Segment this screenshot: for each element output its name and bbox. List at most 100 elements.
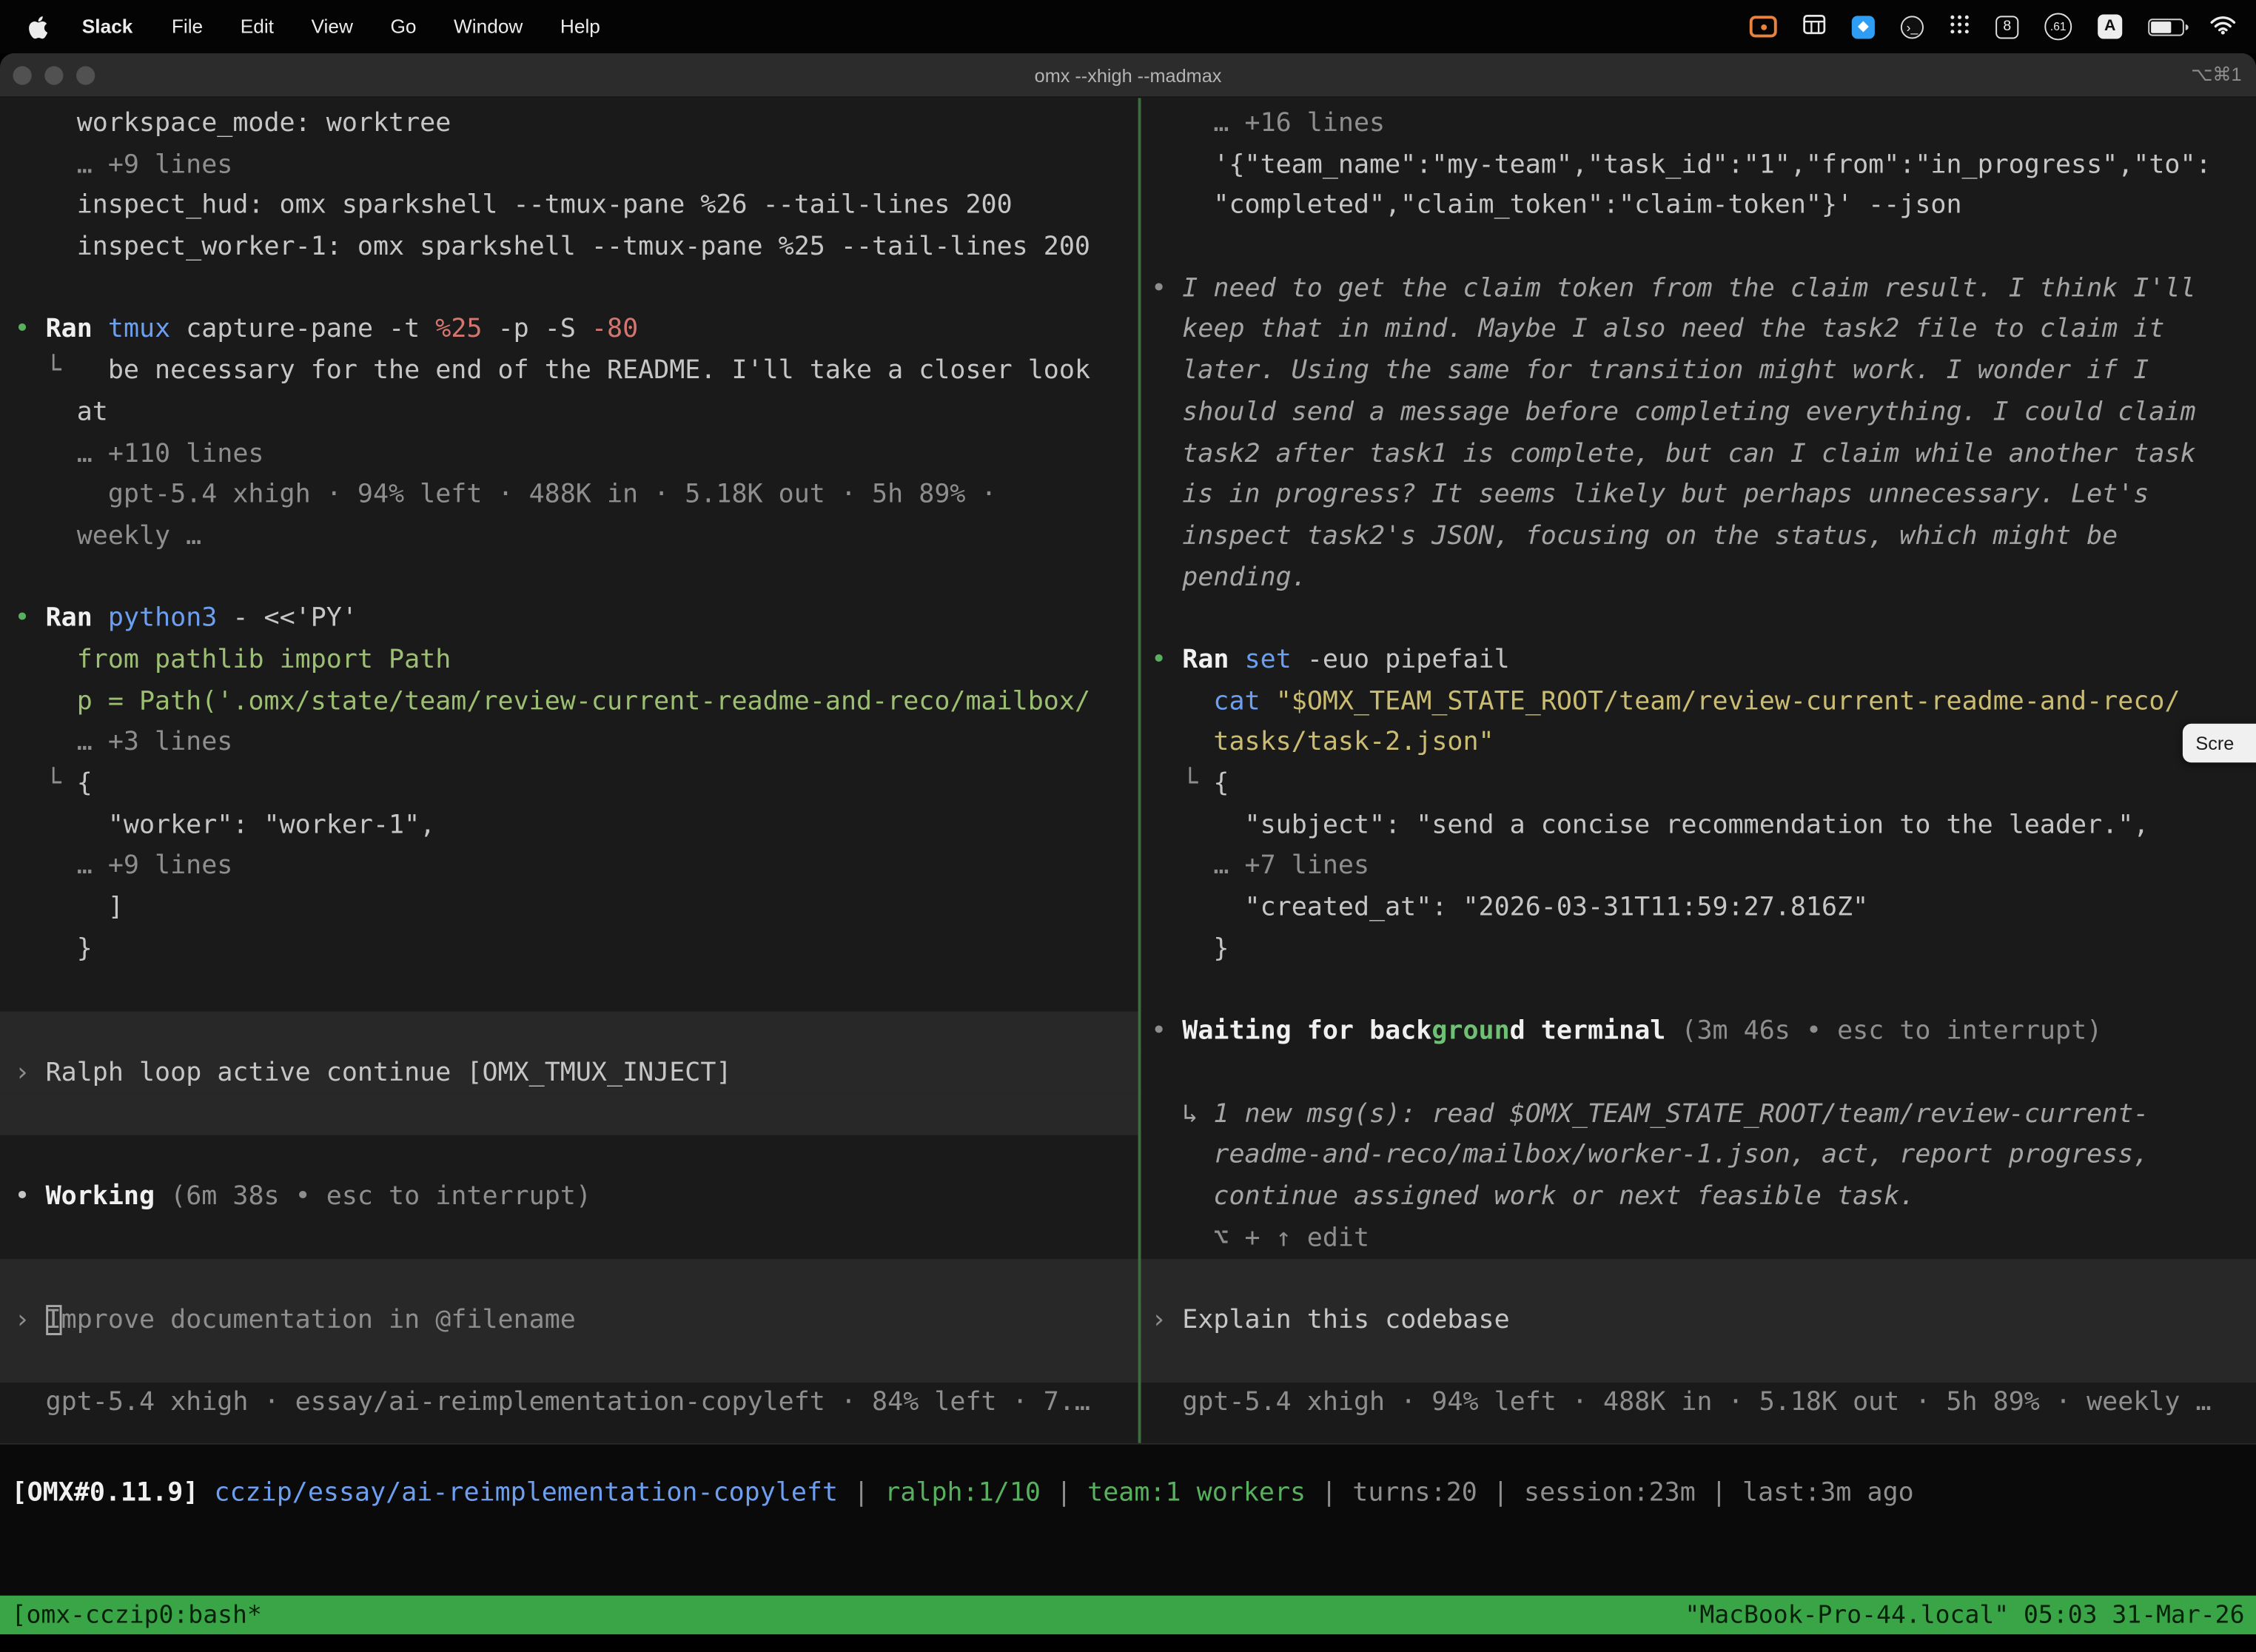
text-segment: } [1151, 933, 1229, 964]
terminal-line: tasks/task-2.json" [1141, 722, 2256, 764]
tmux-status-bar: [omx-cczip0:bash* "MacBook-Pro-44.local"… [0, 1596, 2256, 1634]
terminal-line [0, 1094, 1138, 1135]
grid-app-icon[interactable] [1803, 14, 1826, 38]
text-segment: └ [14, 768, 76, 799]
terminal-line [1141, 227, 2256, 269]
text-segment [93, 315, 108, 345]
text-segment: mprove documentation in @filename [61, 1305, 576, 1335]
text-segment: I need to get the claim token from the c… [1182, 273, 2195, 303]
apple-menu-icon[interactable] [29, 15, 47, 38]
screen-recording-indicator-icon[interactable] [1750, 16, 1777, 37]
text-segment: from pathlib import Path [77, 645, 451, 675]
terminal-app-icon[interactable]: ›_ [1901, 15, 1924, 38]
terminal-line [1141, 1053, 2256, 1095]
text-segment [1151, 727, 1213, 757]
text-segment: Ran [46, 603, 93, 634]
ralph-loop-row[interactable]: › Ralph loop active continue [OMX_TMUX_I… [0, 1053, 1138, 1095]
text-segment [1151, 686, 1213, 716]
wifi-icon[interactable] [2210, 15, 2236, 38]
terminal-line: … +7 lines [1141, 847, 2256, 888]
terminal-line: p = Path('.omx/state/team/review-current… [0, 682, 1138, 723]
bottom-strip [0, 1634, 2256, 1651]
text-segment: | [1477, 1477, 1524, 1508]
text-segment: Ran [46, 315, 93, 345]
text-segment: inspect_worker-1: omx sparkshell --tmux-… [14, 232, 1090, 262]
menu-bar-status-icons: ◆ ›_ 8 .61 A [1750, 13, 2236, 40]
text-segment: -p -S [483, 315, 591, 345]
menu-file[interactable]: File [172, 16, 203, 37]
terminal-line: ↳ 1 new msg(s): read $OMX_TEAM_STATE_ROO… [1141, 1094, 2256, 1135]
terminal-line [1141, 599, 2256, 640]
text-segment: gpt-5.4 xhigh · 94% left · 488K in · 5.1… [14, 480, 996, 510]
text-segment: › [14, 1305, 45, 1335]
terminal-line: └ { [0, 764, 1138, 805]
terminal-line [0, 1218, 1138, 1260]
menu-bar: Slack File Edit View Go Window Help ◆ ›_… [0, 0, 2256, 53]
text-segment: python3 [108, 603, 217, 634]
text-segment: continue assigned work or next feasible … [1151, 1181, 1915, 1212]
text-segment: - <<'PY' [217, 603, 357, 634]
terminal-line: … +16 lines [1141, 104, 2256, 145]
menu-edit[interactable]: Edit [241, 16, 274, 37]
tmux-session-label: [omx-cczip0:bash* [12, 1601, 262, 1630]
text-segment: | [1041, 1477, 1087, 1508]
window-shortcut: ⌥⌘1 [2191, 64, 2241, 87]
terminal-line [0, 1135, 1138, 1177]
terminal-line [0, 970, 1138, 1012]
battery-icon[interactable] [2148, 18, 2184, 35]
terminal-line: should send a message before completing … [1141, 392, 2256, 434]
text-segment [14, 686, 76, 716]
text-segment: weekly … [14, 520, 201, 551]
terminal-line: task2 after task1 is complete, but can I… [1141, 434, 2256, 475]
terminal-line [0, 1012, 1138, 1053]
close-button[interactable] [13, 66, 31, 84]
text-segment: "worker": "worker-1", [14, 810, 435, 840]
terminal-line: • I need to get the claim token from the… [1141, 269, 2256, 310]
terminal-line: is in progress? It seems likely but perh… [1141, 475, 2256, 517]
terminal-line: } [1141, 929, 2256, 970]
terminal-line: ⌥ + ↑ edit [1141, 1218, 2256, 1260]
terminal-line: readme-and-reco/mailbox/worker-1.json, a… [1141, 1135, 2256, 1177]
window-title-bar[interactable]: omx --xhigh --madmax ⌥⌘1 [0, 53, 2256, 98]
text-segment: { [1213, 768, 1229, 799]
terminal-window: omx --xhigh --madmax ⌥⌘1 workspace_mode:… [0, 53, 2256, 1652]
terminal-line [0, 1259, 1138, 1300]
terminal-line: from pathlib import Path [0, 640, 1138, 682]
text-segment: be necessary for the end of the README. … [108, 355, 1090, 386]
text-segment: tasks/task-2.json" [1213, 727, 1494, 757]
composer-input[interactable]: › Improve documentation in @filename [0, 1300, 1138, 1342]
text-segment: keep that in mind. Maybe I also need the… [1151, 315, 2164, 345]
text-segment: … +3 lines [14, 727, 232, 757]
text-segment [93, 603, 108, 634]
text-segment: session:23m [1524, 1477, 1696, 1508]
terminal-line [0, 557, 1138, 599]
menu-go[interactable]: Go [390, 16, 416, 37]
app-grid-icon[interactable] [1950, 14, 1970, 38]
omx-footer: [OMX#0.11.9] cczip/essay/ai-reimplementa… [0, 1443, 2256, 1596]
text-segment: … +9 lines [14, 150, 232, 180]
menu-help[interactable]: Help [560, 16, 600, 37]
text-segment: set [1245, 645, 1292, 675]
input-source-icon[interactable]: A [2098, 14, 2122, 38]
right-pane[interactable]: … +16 lines '{"team_name":"my-team","tas… [1141, 98, 2256, 1443]
minimize-button[interactable] [44, 66, 63, 84]
text-segment: d terminal [1510, 1016, 1666, 1047]
menu-window[interactable]: Window [454, 16, 523, 37]
terminal-line: } [0, 929, 1138, 970]
active-app-menu[interactable]: Slack [82, 16, 133, 37]
menu-view[interactable]: View [311, 16, 352, 37]
text-segment: └ [14, 355, 107, 386]
keycap-icon[interactable]: 8 [1995, 15, 2018, 38]
text-segment: { [77, 768, 93, 799]
text-segment: inspect task2's JSON, focusing on the st… [1151, 520, 2118, 551]
window-title: omx --xhigh --madmax [1035, 64, 1222, 86]
blue-app-icon[interactable]: ◆ [1852, 15, 1875, 38]
gauge-icon[interactable]: .61 [2044, 13, 2072, 40]
tmux-panes: workspace_mode: worktree … +9 lines insp… [0, 98, 2256, 1443]
left-pane[interactable]: workspace_mode: worktree … +9 lines insp… [0, 98, 1141, 1443]
text-segment: I [46, 1305, 61, 1335]
zoom-button[interactable] [76, 66, 95, 84]
text-segment: workspace_mode: worktree [14, 108, 451, 138]
composer-input[interactable]: › Explain this codebase [1141, 1300, 2256, 1342]
text-segment: • [1151, 273, 1182, 303]
